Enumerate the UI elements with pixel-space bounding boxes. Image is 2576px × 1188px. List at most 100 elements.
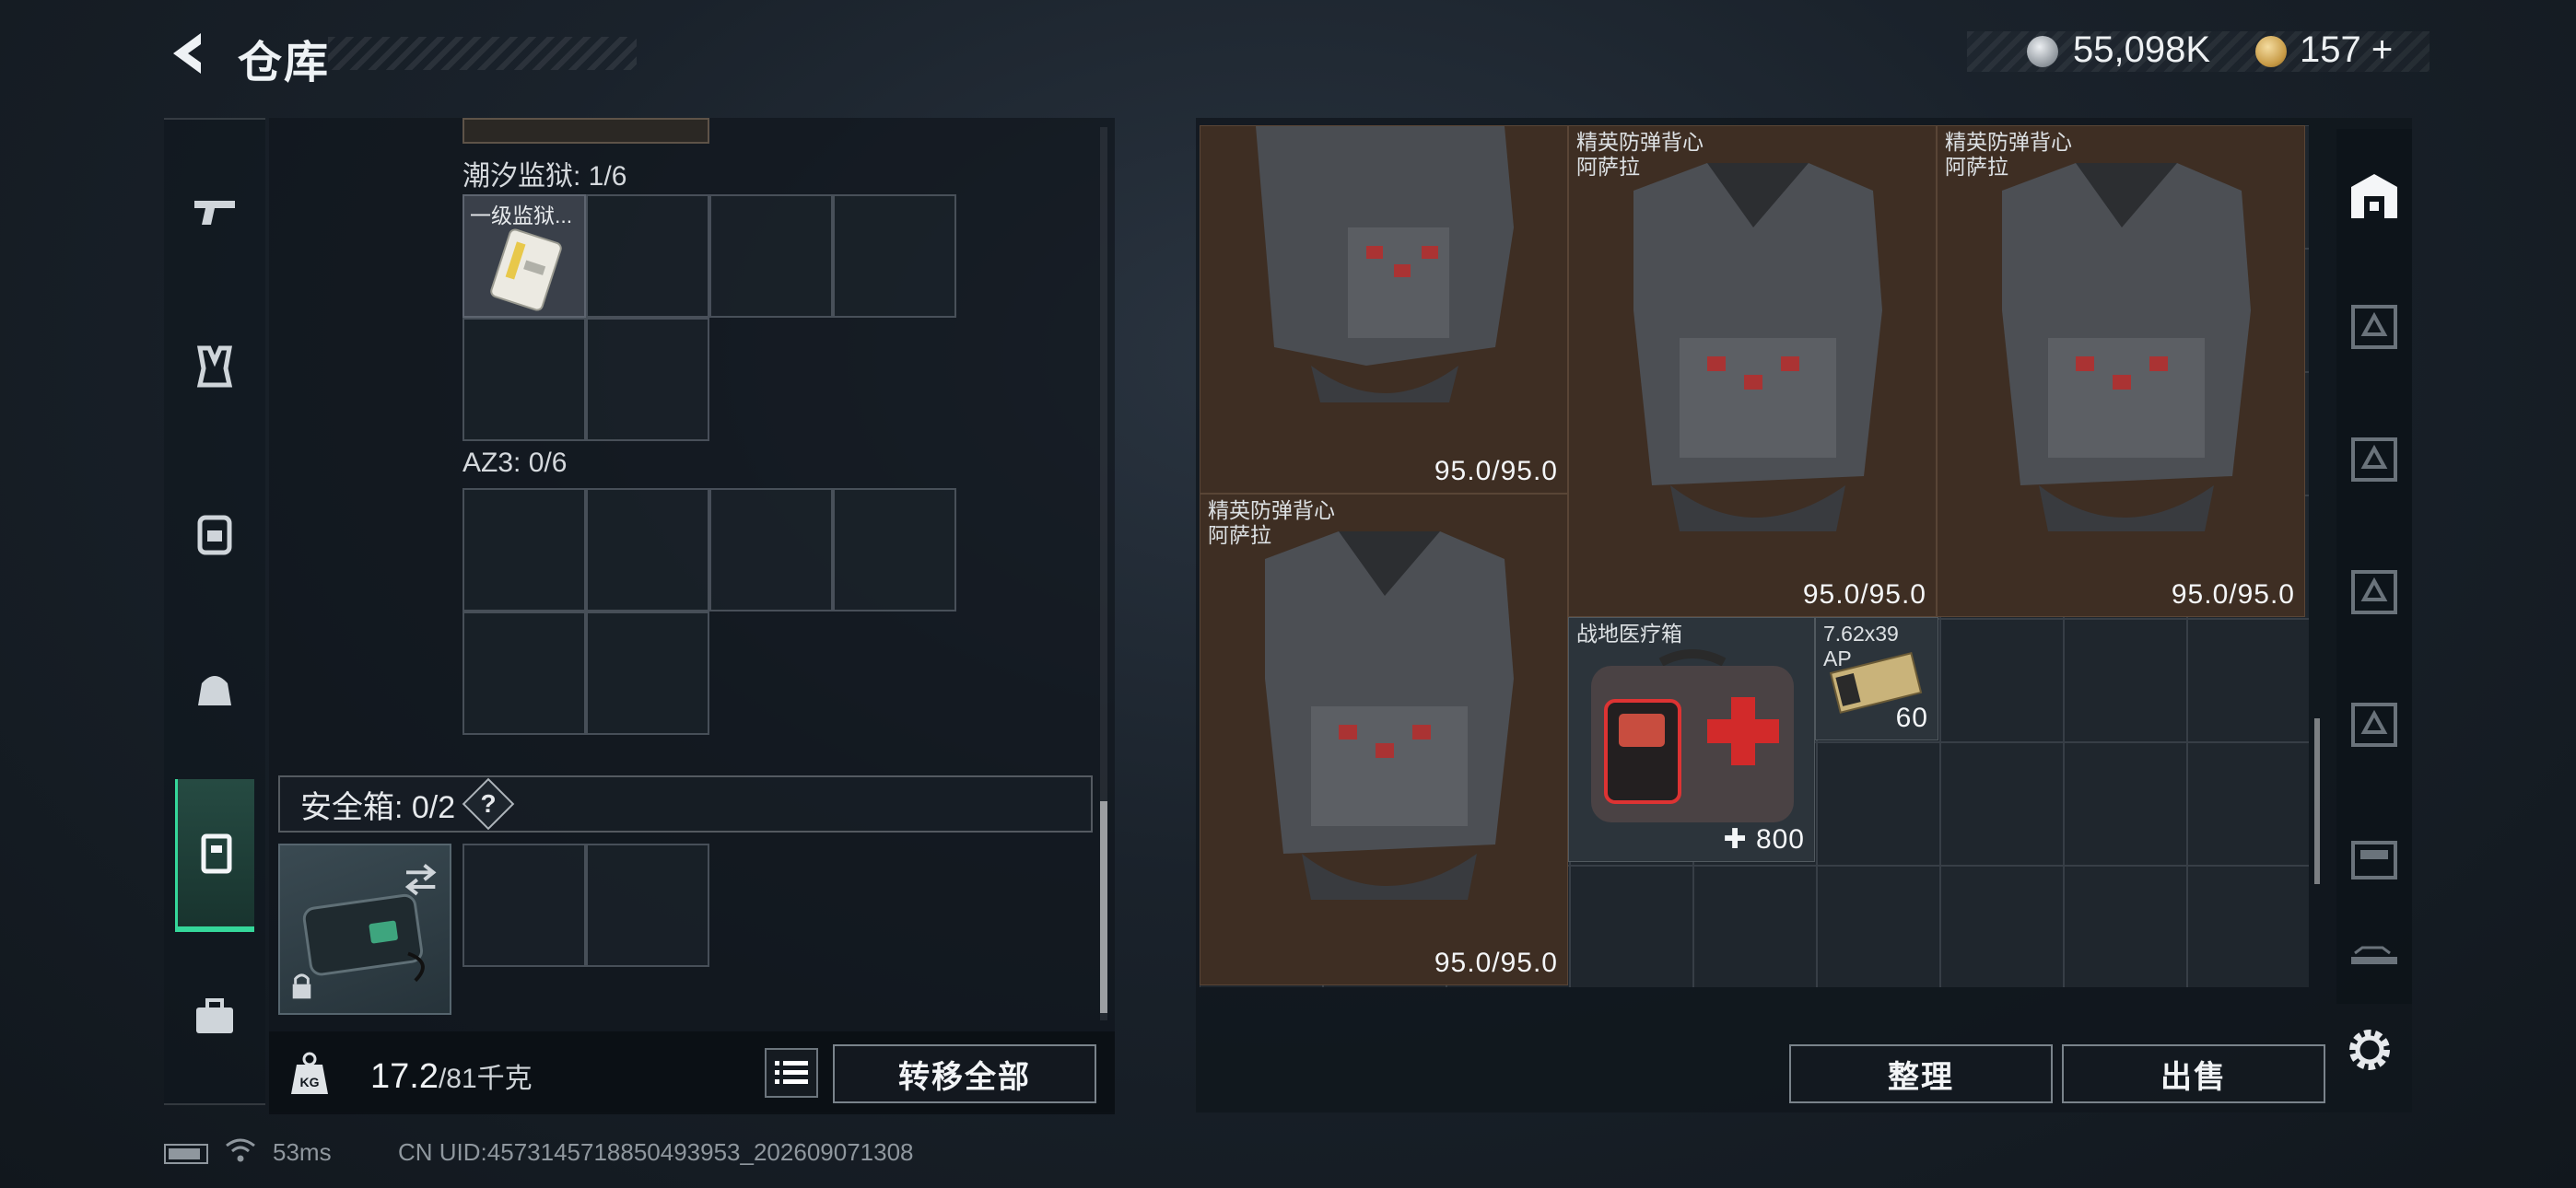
item-name: 精英防弹背心 阿萨拉 (1576, 130, 1704, 179)
grid-cell[interactable] (586, 611, 709, 735)
lock-icon (292, 973, 311, 999)
item-name: 战地医疗箱 (1576, 622, 1682, 646)
gold-coin-icon (2255, 36, 2287, 67)
back-button[interactable] (164, 28, 212, 79)
stash-tab-3[interactable] (2336, 400, 2412, 518)
stash-cell[interactable] (2064, 619, 2187, 742)
stash-tab-2[interactable] (2336, 267, 2412, 385)
durability: 95.0/95.0 (1802, 579, 1926, 610)
nav-backpack[interactable] (164, 459, 265, 606)
safe-box-grid (463, 844, 709, 967)
grid-cell[interactable] (463, 844, 586, 967)
nav-chest-rig[interactable] (164, 293, 265, 440)
stash-cell[interactable] (1693, 866, 1817, 987)
partial-item[interactable] (463, 118, 709, 144)
grid-cell-item[interactable]: 一级监狱... (463, 194, 586, 318)
settings-gear-icon[interactable] (2342, 1022, 2397, 1077)
nav-toolbox[interactable] (164, 943, 265, 1090)
section2-grid (463, 488, 956, 735)
grid-cell[interactable] (586, 194, 709, 318)
list-view-button[interactable] (765, 1048, 818, 1098)
grid-cell[interactable] (463, 488, 586, 611)
tier3-weapon-case-icon (2351, 946, 2397, 964)
tier3-case-icon (2351, 305, 2397, 349)
armor-vest-icon (1633, 163, 1882, 531)
stash-tab-4[interactable] (2336, 532, 2412, 650)
stash-cell[interactable] (1817, 742, 1940, 866)
safe-box-slot[interactable] (278, 844, 451, 1015)
section1-label: 潮汐监狱: 1/6 (463, 161, 627, 192)
ping-text: 53ms (273, 1138, 332, 1166)
keycard-icon (490, 228, 562, 311)
sell-button[interactable]: 出售 (2062, 1044, 2325, 1103)
stash-cell[interactable] (2187, 619, 2309, 742)
page-title: 仓库 (238, 39, 331, 87)
medkit-hp: ✚ 800 (1723, 824, 1805, 855)
tier4-case-icon (2351, 841, 2397, 879)
nav-bag[interactable] (164, 615, 265, 763)
stash-main-icon (2351, 174, 2397, 218)
sort-button[interactable]: 整理 (1789, 1044, 2053, 1103)
pistol-icon (194, 201, 235, 225)
armor-vest-icon (2002, 163, 2251, 531)
armor-vest-item[interactable]: 精英防弹背心 阿萨拉 95.0/95.0 (1937, 125, 2305, 617)
nav-case[interactable] (175, 779, 254, 932)
toolbox-icon (196, 998, 233, 1033)
grid-cell[interactable] (709, 488, 833, 611)
grid-cell[interactable] (463, 318, 586, 441)
nav-weapon[interactable] (164, 136, 265, 284)
stash-cell[interactable] (2187, 866, 2309, 987)
medkit-item[interactable]: 战地医疗箱 ✚ 800 (1568, 617, 1815, 862)
durability: 95.0/95.0 (1434, 456, 1558, 486)
stash-cell[interactable] (1570, 866, 1693, 987)
grid-cell[interactable] (833, 488, 956, 611)
wifi-icon (226, 1138, 255, 1162)
durability: 95.0/95.0 (1434, 948, 1558, 978)
grid-cell[interactable] (833, 194, 956, 318)
silver-coin-icon (2027, 36, 2058, 67)
ammo-count: 60 (1895, 703, 1928, 733)
container-scroll-thumb[interactable] (1100, 801, 1107, 1013)
stash-cell[interactable] (2064, 742, 2187, 866)
stash-cell[interactable] (2187, 742, 2309, 866)
swap-icon (404, 863, 437, 896)
back-arrow-icon (173, 33, 201, 74)
tier3-case-icon (2351, 703, 2397, 747)
help-button[interactable]: ? (462, 777, 515, 831)
safe-box-label: 安全箱: 0/2 (300, 789, 456, 825)
stash-cell[interactable] (1940, 619, 2064, 742)
armor-vest-icon (1256, 126, 1514, 402)
stash-scroll-thumb[interactable] (2314, 718, 2320, 884)
grid-cell[interactable] (586, 844, 709, 967)
armor-vest-item[interactable]: 精英防弹背心 阿萨拉 95.0/95.0 (1200, 494, 1568, 985)
title-stripe (328, 37, 637, 70)
grid-cell[interactable] (586, 488, 709, 611)
grid-cell[interactable] (463, 611, 586, 735)
stash-tab-6[interactable] (2336, 798, 2412, 915)
grid-cell[interactable] (586, 318, 709, 441)
transfer-all-button[interactable]: 转移全部 (833, 1044, 1096, 1103)
uid-text: CN UID:4573145718850493953_202609071308 (398, 1138, 914, 1166)
help-icon: ? (480, 789, 497, 818)
plus-icon: ✚ (1723, 824, 1748, 855)
stash-cell[interactable] (1817, 866, 1940, 987)
armor-vest-item[interactable]: 95.0/95.0 (1200, 125, 1568, 494)
stash-cell[interactable] (2064, 866, 2187, 987)
armor-vest-item[interactable]: 精英防弹背心 阿萨拉 95.0/95.0 (1568, 125, 1937, 617)
chest-rig-icon (196, 345, 233, 388)
safe-box-header: 安全箱: 0/2 ? (278, 775, 1093, 833)
add-currency-button[interactable]: + (2371, 29, 2393, 70)
stash-tab-main[interactable] (2336, 138, 2412, 256)
list-icon (775, 1061, 808, 1084)
gold-amount[interactable]: 157 + (2300, 29, 2393, 71)
section1-grid: 一级监狱... (463, 194, 956, 441)
bag-icon (198, 676, 231, 705)
tier3-case-icon (2351, 570, 2397, 614)
silver-amount: 55,098K (2073, 29, 2211, 70)
ammo-item[interactable]: 7.62x39 AP 60 (1815, 617, 1938, 740)
stash-tab-5[interactable] (2336, 665, 2412, 783)
stash-cell[interactable] (1940, 866, 2064, 987)
stash-tab-7[interactable] (2336, 912, 2412, 1004)
grid-cell[interactable] (709, 194, 833, 318)
stash-cell[interactable] (1940, 742, 2064, 866)
